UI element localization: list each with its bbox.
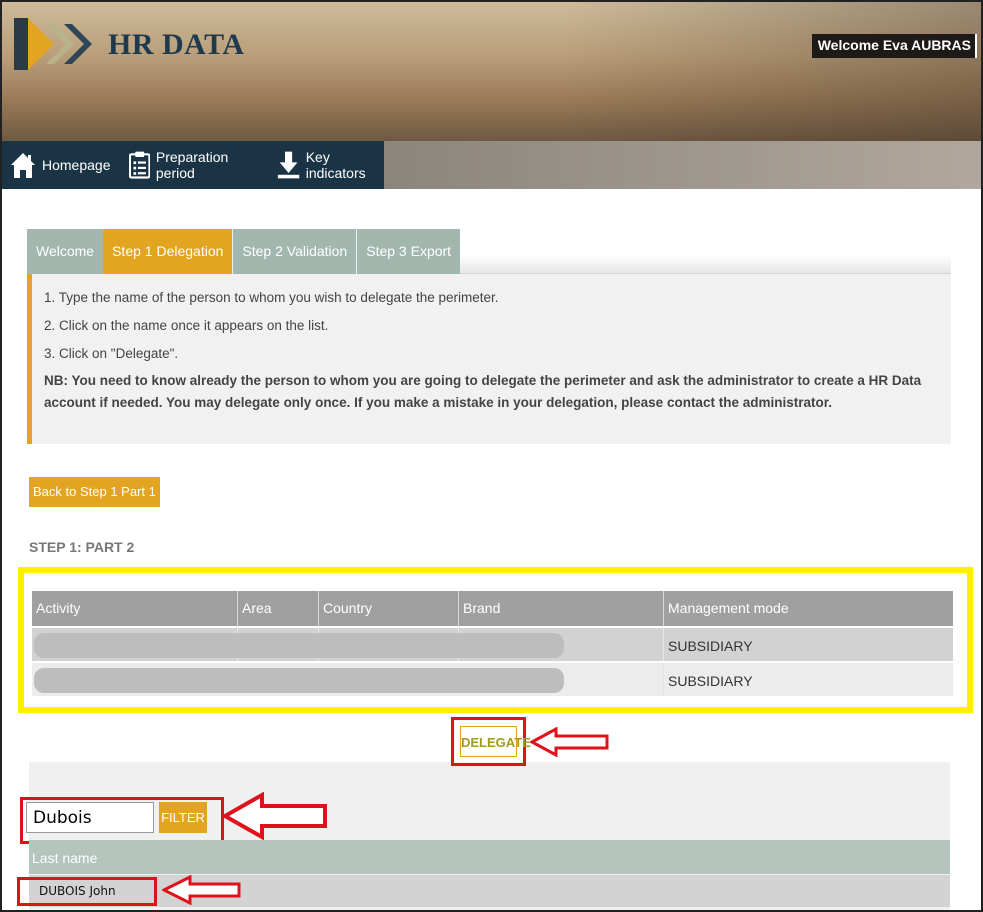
table-row[interactable]: SUBSIDIARY	[32, 626, 953, 661]
delegate-highlight-box: DELEGATE	[451, 717, 531, 766]
download-icon	[277, 151, 299, 179]
arrow-left-icon	[530, 727, 609, 757]
main-content: Welcome Step 1 Delegation Step 2 Validat…	[12, 189, 981, 910]
instructions-panel: 1. Type the name of the person to whom y…	[27, 274, 951, 444]
delegate-button[interactable]: DELEGATE	[460, 726, 531, 757]
column-activity: Activity	[32, 591, 238, 626]
tab-welcome[interactable]: Welcome	[27, 229, 104, 274]
instruction-note: NB: You need to know already the person …	[44, 373, 922, 410]
management-mode-cell: SUBSIDIARY	[668, 673, 753, 689]
result-name-dubois-john[interactable]: DUBOIS John	[39, 884, 116, 898]
perimeter-table-header: Activity Area Country Brand Management m…	[32, 591, 953, 626]
perimeter-table: Activity Area Country Brand Management m…	[32, 591, 953, 696]
arrow-left-icon	[162, 875, 241, 905]
tab-step1-delegation[interactable]: Step 1 Delegation	[103, 229, 233, 274]
nav-key-indicators[interactable]: Key indicators	[259, 141, 384, 189]
column-area: Area	[238, 591, 319, 626]
step-tabs: Welcome Step 1 Delegation Step 2 Validat…	[27, 229, 951, 274]
instruction-line-3: 3. Click on "Delegate".	[44, 346, 179, 361]
app-window: HR DATA Welcome Eva AUBRAS Homepage Prep…	[0, 0, 983, 912]
tab-step3-export[interactable]: Step 3 Export	[356, 229, 461, 274]
nav-homepage-label: Homepage	[42, 157, 111, 173]
checklist-icon	[128, 151, 150, 179]
instruction-line-2: 2. Click on the name once it appears on …	[44, 318, 329, 333]
redacted-bar	[34, 668, 564, 693]
main-nav: Homepage Preparation period Key indicato…	[2, 141, 981, 189]
table-row[interactable]: SUBSIDIARY	[32, 661, 953, 696]
nav-preparation-period[interactable]: Preparation period	[111, 141, 259, 189]
filter-button[interactable]: FILTER	[159, 802, 207, 833]
welcome-user-label: Welcome Eva AUBRAS	[811, 34, 977, 58]
hr-data-logo	[14, 18, 92, 70]
tab-step2-validation[interactable]: Step 2 Validation	[232, 229, 357, 274]
home-icon	[11, 153, 35, 178]
nav-preparation-period-label: Preparation period	[155, 149, 229, 181]
perimeter-highlight-box: Activity Area Country Brand Management m…	[18, 567, 973, 713]
nav-homepage[interactable]: Homepage	[2, 141, 111, 189]
header-banner: HR DATA Welcome Eva AUBRAS	[2, 2, 981, 141]
back-to-step1-part1-button[interactable]: Back to Step 1 Part 1	[29, 477, 160, 507]
column-management-mode: Management mode	[668, 600, 789, 616]
redacted-bar	[34, 633, 564, 658]
app-title: HR DATA	[108, 28, 245, 61]
management-mode-cell: SUBSIDIARY	[668, 638, 753, 654]
results-header-last-name: Last name	[29, 840, 950, 874]
filter-input[interactable]	[26, 802, 154, 833]
nav-key-indicators-label: Key indicators	[305, 149, 366, 181]
column-brand: Brand	[459, 591, 664, 626]
arrow-left-icon	[222, 792, 327, 840]
instruction-line-1: 1. Type the name of the person to whom y…	[44, 290, 499, 305]
step-title: STEP 1: PART 2	[29, 539, 135, 555]
column-country: Country	[319, 591, 459, 626]
